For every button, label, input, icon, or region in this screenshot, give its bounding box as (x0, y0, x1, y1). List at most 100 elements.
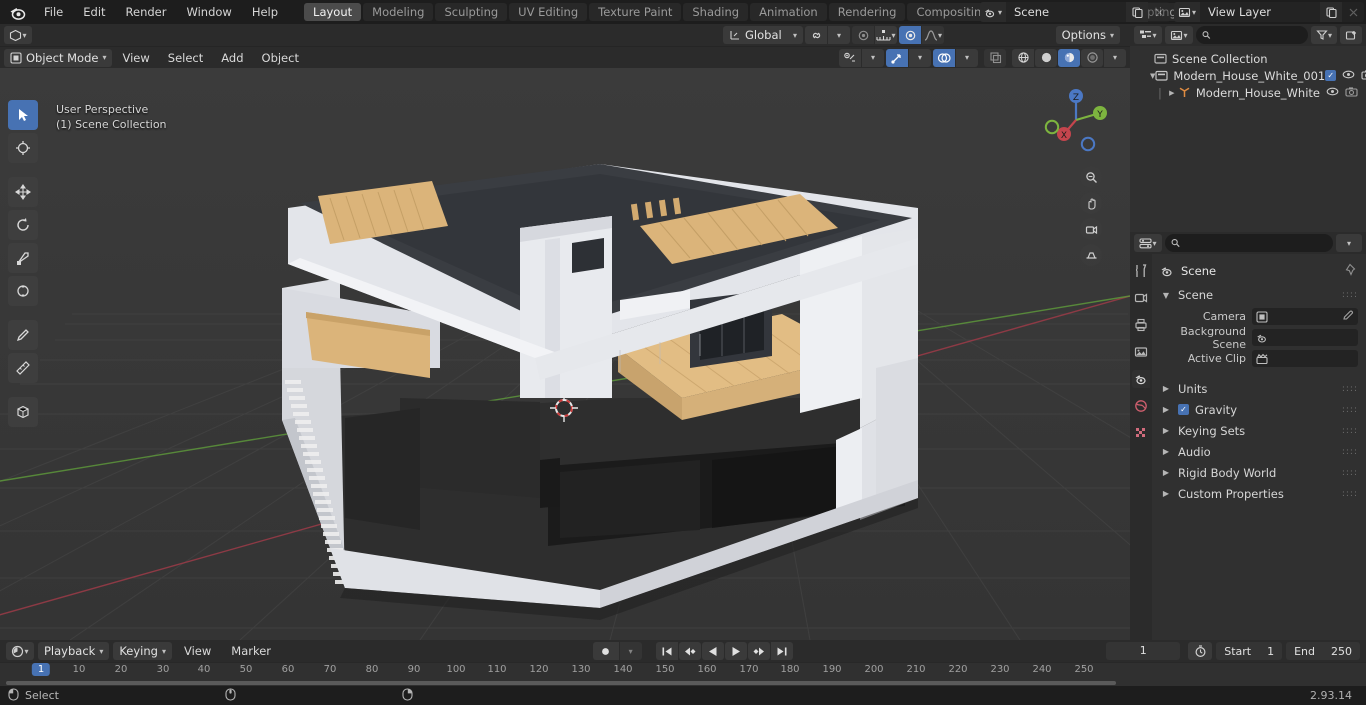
drag-handle[interactable]: :::: (1342, 405, 1358, 415)
play-reverse-button[interactable] (701, 642, 724, 660)
transform-orientation-dropdown[interactable]: Global ▾ (723, 26, 803, 44)
snap-dropdown[interactable]: ▾ (828, 26, 850, 44)
menu-edit[interactable]: Edit (73, 0, 115, 24)
outliner-search-input[interactable] (1196, 26, 1308, 44)
drag-handle[interactable]: :::: (1342, 384, 1358, 394)
previous-keyframe-button[interactable] (678, 642, 701, 660)
tool-measure[interactable] (8, 353, 38, 383)
new-scene-button[interactable] (1126, 2, 1148, 22)
shading-dropdown[interactable]: ▾ (1104, 48, 1126, 67)
tool-transform[interactable] (8, 276, 38, 306)
gravity-checkbox[interactable]: ✓ (1178, 404, 1189, 415)
camera-icon[interactable] (1361, 69, 1366, 83)
proportional-falloff-toggle[interactable] (899, 26, 921, 44)
timeline-playhead[interactable]: 1 (31, 663, 51, 676)
blender-logo-icon[interactable] (0, 0, 34, 24)
properties-search-input[interactable] (1165, 234, 1333, 252)
outliner-editor-type-icon[interactable]: ▾ (1134, 26, 1162, 44)
pin-icon[interactable] (1345, 263, 1358, 279)
menu-render[interactable]: Render (116, 0, 177, 24)
field-camera-input[interactable] (1252, 308, 1358, 325)
scene-name-field[interactable]: Scene (1006, 2, 1126, 22)
tool-annotate[interactable] (8, 320, 38, 350)
object-types-visibility-icon[interactable] (839, 48, 861, 67)
timeline-menu-view[interactable]: View (176, 642, 219, 660)
eyedropper-icon[interactable] (1342, 309, 1354, 324)
tab-rendering[interactable]: Rendering (828, 3, 906, 21)
view-layer-icon[interactable]: ▾ (1174, 2, 1200, 22)
outliner-search-field[interactable] (1214, 28, 1302, 42)
auto-keying-record-icon[interactable] (592, 642, 619, 660)
viewport-menu-object[interactable]: Object (254, 49, 307, 67)
properties-options-dropdown[interactable]: ▾ (1336, 234, 1362, 252)
remove-view-layer-button[interactable] (1342, 2, 1364, 22)
interaction-mode-dropdown[interactable]: Object Mode ▾ (4, 48, 113, 67)
panel-rigid-body-world[interactable]: ▶ Rigid Body World :::: (1152, 462, 1366, 483)
play-button[interactable] (724, 642, 747, 660)
scene-selector[interactable]: ▾ Scene (980, 2, 1170, 22)
frame-end-field[interactable]: End 250 (1286, 642, 1361, 660)
3d-viewport[interactable]: ▾ Global ▾ ▾ ▾ ▾ Options ▾ Object Mode ▾… (0, 24, 1130, 640)
checkbox-icon[interactable]: ✓ (1325, 70, 1337, 81)
field-active-clip-input[interactable] (1252, 350, 1358, 367)
timeline-playback-dropdown[interactable]: Playback ▾ (38, 642, 110, 660)
visibility-dropdown[interactable]: ▾ (862, 48, 884, 67)
outliner-filter-icon[interactable]: ▾ (1311, 26, 1337, 44)
properties-search-field[interactable] (1184, 236, 1327, 250)
tab-world-icon[interactable] (1132, 397, 1150, 415)
frame-start-field[interactable]: Start 1 (1216, 642, 1283, 660)
tab-texture-icon[interactable] (1132, 424, 1150, 442)
tab-view-layer-icon[interactable] (1132, 343, 1150, 361)
outliner-new-collection-icon[interactable] (1340, 26, 1362, 44)
zoom-icon[interactable] (1080, 166, 1102, 188)
outliner-display-mode-icon[interactable]: ▾ (1165, 26, 1193, 44)
new-view-layer-button[interactable] (1320, 2, 1342, 22)
panel-units[interactable]: ▶ Units :::: (1152, 378, 1366, 399)
viewport-menu-add[interactable]: Add (213, 49, 251, 67)
tool-rotate[interactable] (8, 210, 38, 240)
remove-scene-button[interactable] (1148, 2, 1170, 22)
viewport-canvas[interactable]: User Perspective (1) Scene Collection Z … (0, 68, 1130, 640)
panel-scene[interactable]: ▼ Scene :::: (1152, 285, 1366, 305)
tab-output-icon[interactable] (1132, 316, 1150, 334)
gizmo-dropdown[interactable]: ▾ (909, 48, 931, 67)
tool-move[interactable] (8, 177, 38, 207)
tab-shading[interactable]: Shading (683, 3, 749, 21)
outliner-row-modern-house-white[interactable]: | ▶ Modern_House_White (1130, 84, 1366, 101)
snap-target-icon[interactable] (805, 26, 827, 44)
tab-tool-icon[interactable] (1132, 262, 1150, 280)
menu-file[interactable]: File (34, 0, 73, 24)
editor-type-icon[interactable]: ▾ (4, 26, 32, 44)
proportional-edit-icon[interactable] (852, 26, 874, 44)
view-layer-selector[interactable]: ▾ View Layer (1174, 2, 1364, 22)
shading-wireframe-icon[interactable] (1012, 48, 1034, 67)
use-preview-range-icon[interactable] (1188, 642, 1213, 660)
jump-to-end-button[interactable] (770, 642, 793, 660)
scene-icon[interactable]: ▾ (980, 2, 1006, 22)
tab-sculpting[interactable]: Sculpting (435, 3, 508, 21)
options-dropdown[interactable]: Options ▾ (1055, 26, 1120, 44)
tool-add-cube[interactable] (8, 397, 38, 427)
pan-hand-icon[interactable] (1080, 192, 1102, 214)
tool-select-box[interactable] (8, 100, 38, 130)
tab-texture-paint[interactable]: Texture Paint (589, 3, 682, 21)
drag-handle[interactable]: :::: (1342, 489, 1358, 499)
camera-view-icon[interactable] (1080, 218, 1102, 240)
tool-scale[interactable] (8, 243, 38, 273)
panel-keying-sets[interactable]: ▶ Keying Sets :::: (1152, 420, 1366, 441)
tab-modeling[interactable]: Modeling (363, 3, 434, 21)
drag-handle[interactable]: :::: (1342, 447, 1358, 457)
drag-handle[interactable]: :::: (1342, 468, 1358, 478)
shading-rendered-icon[interactable] (1081, 48, 1103, 67)
current-frame-field[interactable]: 1 (1106, 642, 1181, 660)
snap-increment-icon[interactable]: ▾ (875, 26, 897, 44)
panel-audio[interactable]: ▶ Audio :::: (1152, 441, 1366, 462)
panel-gravity[interactable]: ▶ ✓ Gravity :::: (1152, 399, 1366, 420)
menu-help[interactable]: Help (242, 0, 288, 24)
view-layer-name-field[interactable]: View Layer (1200, 2, 1320, 22)
drag-handle[interactable]: :::: (1342, 290, 1358, 300)
tab-layout[interactable]: Layout (304, 3, 362, 21)
tab-scene-icon[interactable] (1132, 370, 1150, 388)
jump-to-start-button[interactable] (655, 642, 678, 660)
outliner-editor[interactable]: ▾ ▾ ▾ Scene Collection ▼ Modern_House_Wh… (1130, 24, 1366, 232)
